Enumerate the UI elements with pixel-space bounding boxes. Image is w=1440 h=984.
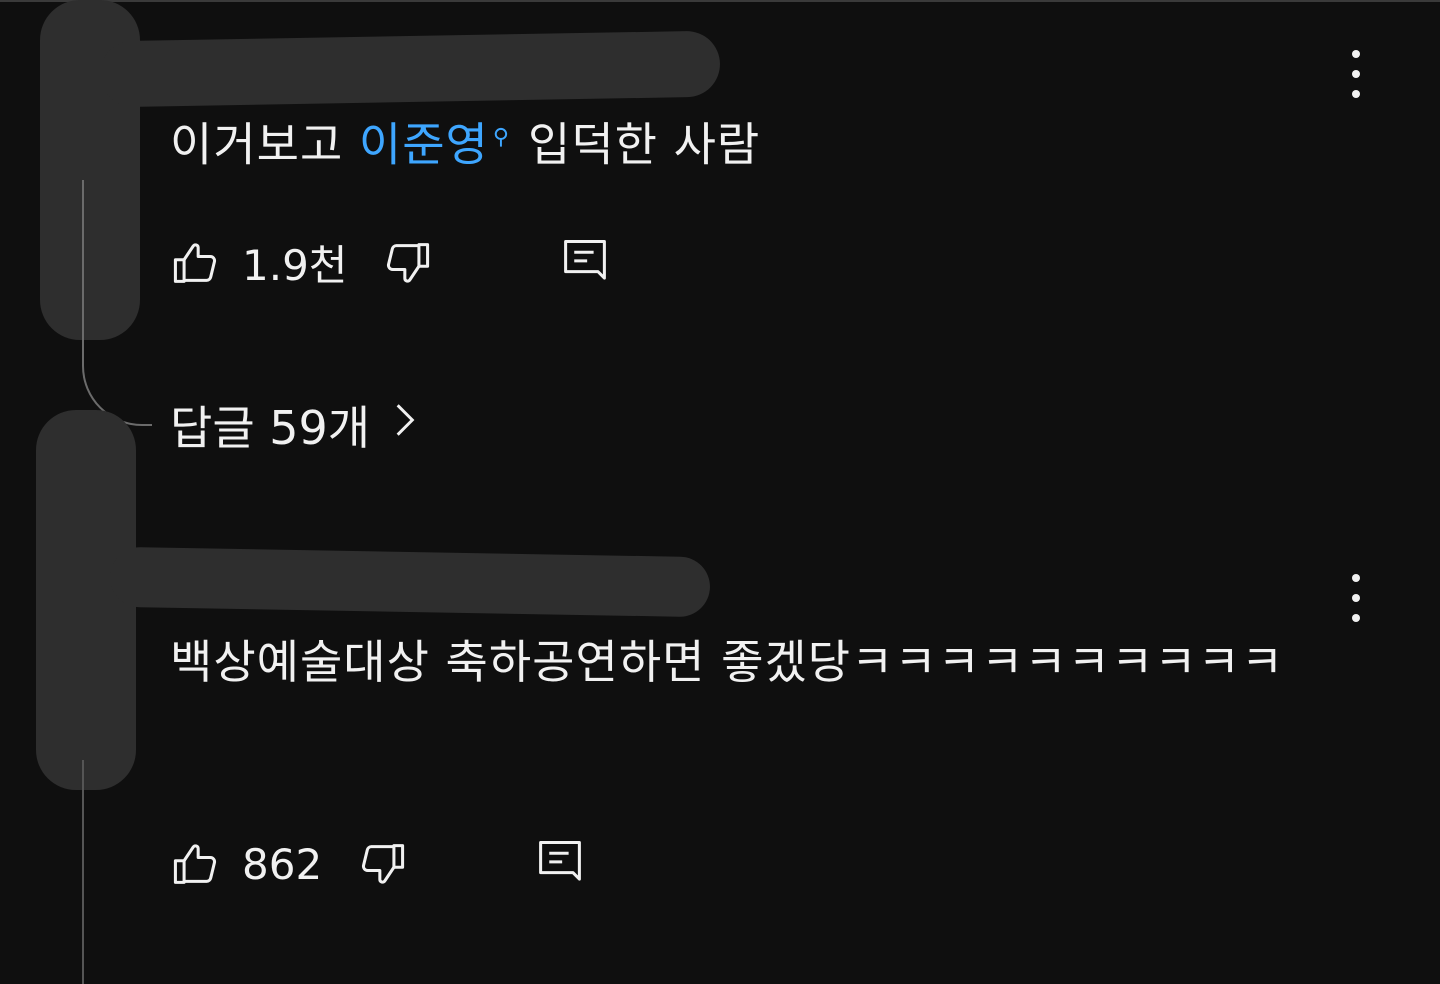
like-button[interactable]: [170, 838, 222, 890]
like-count: 862: [242, 839, 323, 889]
more-options-button[interactable]: [1336, 46, 1376, 102]
redaction-scribble: [109, 546, 711, 618]
reply-icon: [564, 239, 607, 280]
like-count: 1.9천: [242, 241, 348, 290]
thumbs-down-icon: [362, 844, 405, 884]
more-vert-icon: [1352, 574, 1360, 582]
mention-link[interactable]: 이준영: [359, 117, 489, 171]
top-divider: [0, 0, 1440, 2]
thread-connector: [82, 760, 84, 984]
chevron-right-icon: [394, 401, 416, 449]
more-options-button[interactable]: [1336, 570, 1376, 626]
dislike-button[interactable]: [381, 237, 433, 289]
comment-text: 이거보고 이준영 ⚲ 입덕한 사람: [170, 117, 761, 172]
comment-actions: 862: [170, 838, 586, 890]
dislike-button[interactable]: [356, 838, 408, 890]
comment-body: 백상예술대상 축하공연하면 좋겠당ㅋㅋㅋㅋㅋㅋㅋㅋㅋㅋ: [170, 620, 1340, 704]
reply-icon: [539, 840, 582, 881]
comment-actions: 1.9천: [170, 232, 611, 293]
search-icon[interactable]: ⚲: [493, 125, 510, 150]
comment-text: 백상예술대상 축하공연하면 좋겠당ㅋㅋㅋㅋㅋㅋㅋㅋㅋㅋ: [170, 635, 1285, 689]
like-button[interactable]: [170, 237, 222, 289]
reply-button[interactable]: [559, 237, 611, 289]
view-replies-button[interactable]: 답글 59개: [170, 392, 416, 458]
thread-connector: [82, 180, 152, 426]
comment-body: 이거보고 이준영 ⚲ 입덕한 사람: [170, 96, 1340, 186]
reply-button[interactable]: [534, 838, 586, 890]
thumbs-up-icon: [173, 242, 217, 283]
replies-label: 답글 59개: [170, 401, 371, 455]
thumbs-down-icon: [387, 242, 430, 283]
more-vert-icon: [1352, 50, 1360, 58]
thumbs-up-icon: [173, 844, 217, 884]
